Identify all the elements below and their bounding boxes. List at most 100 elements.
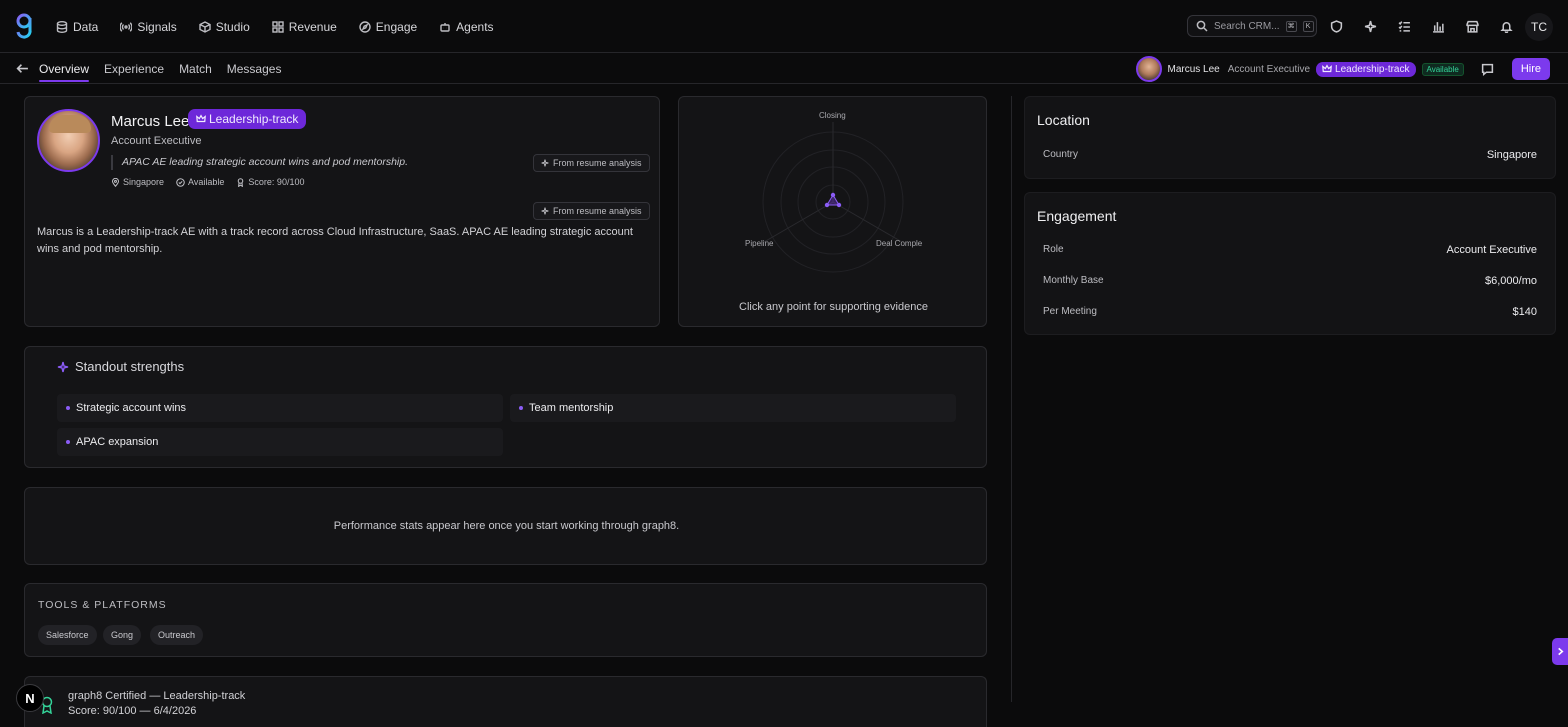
- search-placeholder: Search CRM...: [1214, 20, 1280, 32]
- row-value: $140: [1512, 306, 1537, 318]
- tab-messages[interactable]: Messages: [227, 53, 282, 84]
- certification-card: graph8 Certified — Leadership-track Scor…: [24, 676, 987, 727]
- bullet-dot: [519, 406, 523, 410]
- profile-quote: APAC AE leading strategic account wins a…: [111, 155, 408, 170]
- bar-chart-icon: [1432, 21, 1444, 33]
- nav-item-label: Studio: [215, 19, 250, 34]
- graph8-logo[interactable]: [14, 12, 34, 40]
- candidate-tabs: Overview Experience Match Messages: [39, 53, 281, 84]
- grid-icon: [272, 20, 284, 33]
- database-icon: [56, 20, 68, 33]
- shield-button[interactable]: [1326, 15, 1346, 37]
- radar-axis-label: Deal Comple: [876, 239, 923, 248]
- bullet-dot: [66, 406, 70, 410]
- bell-icon: [1499, 21, 1513, 33]
- radar-point-closing[interactable]: [830, 192, 836, 198]
- search-icon: [1196, 20, 1208, 32]
- engagement-card: Engagement Role Account Executive Monthl…: [1024, 192, 1556, 335]
- sparkle-icon: [57, 361, 69, 372]
- strengths-title: Standout strengths: [57, 359, 184, 374]
- nav-item-signals[interactable]: Signals: [120, 20, 177, 34]
- engagement-row: Role Account Executive: [1043, 244, 1537, 256]
- top-icon-group: [1326, 15, 1516, 37]
- tools-title: TOOLS & PLATFORMS: [38, 599, 167, 611]
- kbd-k: K: [1302, 20, 1314, 32]
- profile-role: Account Executive: [111, 135, 202, 147]
- engagement-row: Monthly Base $6,000/mo: [1043, 275, 1537, 287]
- nav-item-revenue[interactable]: Revenue: [272, 20, 337, 34]
- kbd-command: ⌘: [1285, 20, 1297, 32]
- nav-item-label: Data: [73, 19, 99, 34]
- certification-title: graph8 Certified — Leadership-track: [68, 690, 246, 702]
- candidate-avatar-small: [1135, 56, 1162, 82]
- crown-icon: [1322, 64, 1332, 73]
- nav-item-agents[interactable]: Agents: [439, 20, 494, 34]
- candidate-subnav: Overview Experience Match Messages Marcu…: [0, 53, 1568, 84]
- hire-button[interactable]: Hire: [1511, 58, 1550, 80]
- score-text: Score: 90/100: [248, 177, 305, 187]
- nav-item-label: Engage: [375, 19, 418, 34]
- status-badge: Available: [1421, 62, 1464, 76]
- radar-axis-label: Closing: [819, 111, 846, 120]
- resume-analysis-tag[interactable]: From resume analysis: [533, 202, 650, 220]
- shield-icon: [1330, 19, 1342, 33]
- store-button[interactable]: [1462, 15, 1482, 37]
- profile-track-badge: Leadership-track: [188, 109, 307, 129]
- location-text: Singapore: [123, 177, 165, 187]
- nav-item-label: Revenue: [288, 19, 337, 34]
- search-input[interactable]: Search CRM... ⌘ K: [1187, 15, 1317, 37]
- row-value: Singapore: [1486, 149, 1537, 161]
- chevron-right-icon: [1557, 647, 1564, 656]
- tab-overview[interactable]: Overview: [39, 53, 90, 84]
- expand-panel-button[interactable]: [1552, 638, 1568, 665]
- strengths-card: Standout strengths Strategic account win…: [24, 346, 987, 468]
- map-pin-icon: [111, 177, 120, 187]
- notifications-button[interactable]: [1496, 15, 1516, 37]
- radar-axis-label: Pipeline: [745, 239, 774, 248]
- row-label: Role: [1043, 244, 1064, 255]
- tasks-button[interactable]: [1394, 15, 1414, 37]
- radar-chart: [762, 122, 904, 273]
- row-label: Country: [1043, 149, 1079, 160]
- assistant-bubble[interactable]: N: [16, 684, 44, 712]
- crown-icon: [196, 114, 206, 123]
- message-button[interactable]: [1476, 57, 1500, 81]
- store-icon: [1465, 20, 1479, 33]
- sparkle-icon: [541, 207, 549, 215]
- track-badge: Leadership-track: [1316, 61, 1416, 77]
- resume-analysis-tag[interactable]: From resume analysis: [533, 154, 650, 172]
- row-value: $6,000/mo: [1485, 275, 1537, 287]
- sparkle-icon: [1364, 20, 1376, 32]
- performance-card: Performance stats appear here once you s…: [24, 487, 987, 565]
- award-icon: [238, 177, 244, 187]
- resume-tag-label: From resume analysis: [553, 158, 642, 168]
- location-row: Country Singapore: [1043, 149, 1537, 161]
- back-button[interactable]: [16, 62, 29, 75]
- nav-item-data[interactable]: Data: [56, 20, 98, 34]
- tab-match[interactable]: Match: [179, 53, 212, 84]
- candidate-role: Account Executive: [1227, 63, 1311, 75]
- robot-icon: [440, 22, 450, 32]
- compass-icon: [359, 20, 371, 33]
- row-label: Per Meeting: [1043, 306, 1097, 317]
- cube-icon: [199, 20, 211, 33]
- user-avatar[interactable]: TC: [1525, 13, 1553, 41]
- meta-location: Singapore: [111, 177, 164, 187]
- radar-point-deal-completion[interactable]: [836, 202, 842, 208]
- candidate-name: Marcus Lee: [1167, 63, 1220, 75]
- nav-item-studio[interactable]: Studio: [199, 20, 250, 34]
- strength-item: Strategic account wins: [57, 394, 503, 422]
- profile-name: Marcus Lee: [111, 113, 190, 130]
- meta-availability: Available: [176, 177, 224, 187]
- analytics-button[interactable]: [1428, 15, 1448, 37]
- radar-point-pipeline[interactable]: [824, 202, 830, 208]
- nav-item-engage[interactable]: Engage: [359, 20, 417, 34]
- strengths-title-text: Standout strengths: [75, 359, 185, 374]
- engagement-row: Per Meeting $140: [1043, 306, 1537, 318]
- sparkle-button[interactable]: [1360, 15, 1380, 37]
- row-value: Account Executive: [1446, 244, 1538, 256]
- meta-score: Score: 90/100: [236, 177, 304, 187]
- tab-experience[interactable]: Experience: [104, 53, 164, 84]
- signal-icon: [120, 21, 133, 32]
- strength-item: APAC expansion: [57, 428, 503, 456]
